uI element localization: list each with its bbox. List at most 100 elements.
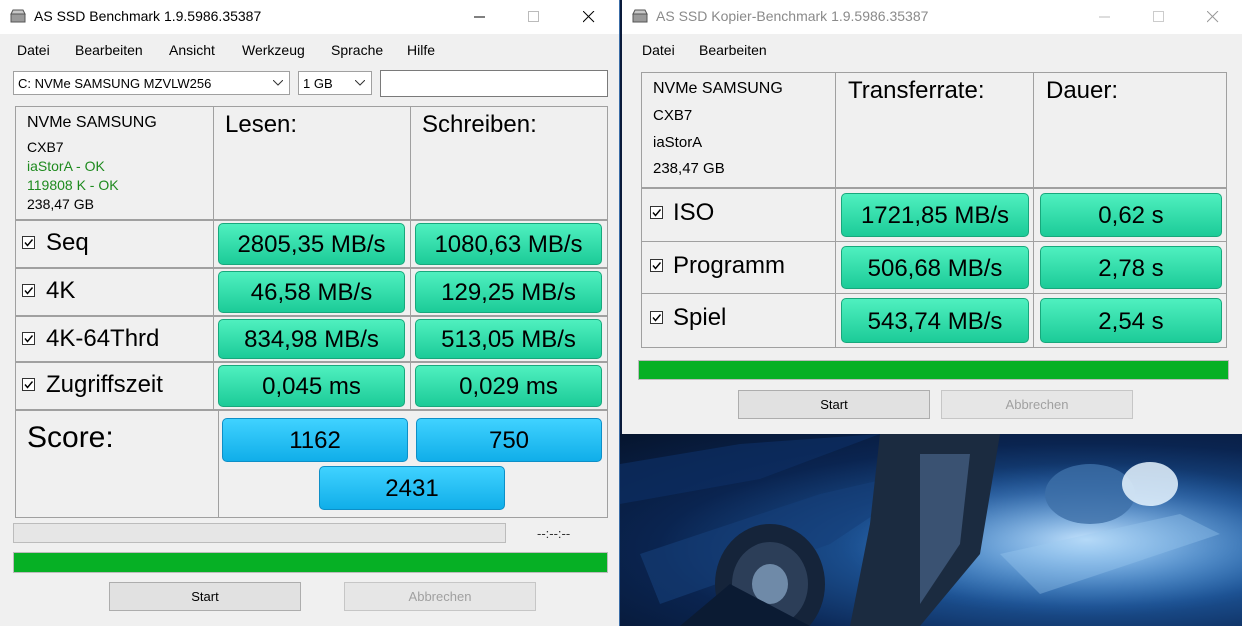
read-result: 2805,35 MB/s: [218, 223, 405, 265]
rate-result: 1721,85 MB/s: [841, 193, 1029, 237]
duration-result: 2,78 s: [1040, 246, 1222, 289]
score-read: 1162: [222, 418, 408, 462]
menu-hilfe[interactable]: Hilfe: [407, 42, 435, 58]
menu-werkzeug[interactable]: Werkzeug: [242, 42, 305, 58]
free-text-input[interactable]: [380, 70, 608, 97]
score-label-cell: Score:: [15, 410, 219, 518]
window-title: AS SSD Benchmark 1.9.5986.35387: [34, 8, 262, 24]
menu-sprache[interactable]: Sprache: [331, 42, 383, 58]
duration-header: Dauer:: [1046, 77, 1119, 104]
size-select[interactable]: 1 GB: [298, 71, 372, 95]
menu-bar: Datei Bearbeiten Ansicht Werkzeug Sprach…: [0, 38, 619, 62]
copy-row-label-cell: ISO: [641, 188, 836, 242]
checkmark-icon: [652, 314, 662, 322]
result-row-label-cell: 4K: [15, 268, 214, 316]
read-result: 834,98 MB/s: [218, 319, 405, 359]
title-bar[interactable]: AS SSD Benchmark 1.9.5986.35387: [0, 0, 619, 34]
drive-capacity: 238,47 GB: [27, 196, 94, 212]
drive-firmware: CXB7: [27, 139, 64, 155]
maximize-button[interactable]: [1136, 0, 1182, 34]
minimize-icon: [1099, 16, 1110, 18]
result-row-label: 4K-64Thrd: [46, 325, 160, 352]
duration-header-cell: Dauer:: [1033, 72, 1227, 188]
write-result: 1080,63 MB/s: [415, 223, 602, 265]
write-result: 513,05 MB/s: [415, 319, 602, 359]
result-row-label: Seq: [46, 229, 89, 256]
row-checkbox[interactable]: [650, 259, 663, 272]
chevron-down-icon: [355, 80, 365, 86]
title-bar[interactable]: AS SSD Kopier-Benchmark 1.9.5986.35387: [622, 0, 1242, 34]
result-row-label-cell: Zugriffszeit: [15, 362, 214, 410]
result-row-label-cell: 4K-64Thrd: [15, 316, 214, 362]
minimize-button[interactable]: [1082, 0, 1128, 34]
close-icon: [1207, 11, 1219, 23]
checkmark-icon: [24, 239, 34, 247]
result-row-label-cell: Seq: [15, 220, 214, 268]
maximize-button[interactable]: [511, 0, 557, 34]
rate-result: 506,68 MB/s: [841, 246, 1029, 289]
app-drive-icon: [10, 9, 26, 23]
row-checkbox[interactable]: [22, 236, 35, 249]
total-progress-bar: [13, 552, 608, 573]
copy-progress-fill: [639, 361, 1228, 379]
checkmark-icon: [24, 381, 34, 389]
maximize-icon: [528, 11, 539, 22]
checkmark-icon: [24, 335, 34, 343]
score-total: 2431: [319, 466, 505, 510]
menu-bearbeiten[interactable]: Bearbeiten: [699, 42, 767, 58]
close-button[interactable]: [1190, 0, 1236, 34]
score-label: Score:: [27, 421, 114, 454]
row-checkbox[interactable]: [22, 284, 35, 297]
copy-row-label: Spiel: [673, 304, 727, 331]
result-row-label: Zugriffszeit: [46, 371, 163, 398]
menu-bar: Datei Bearbeiten: [622, 38, 1242, 62]
result-row-label: 4K: [46, 277, 76, 304]
write-header: Schreiben:: [422, 111, 537, 138]
drive-info-panel: NVMe SAMSUNG CXB7 iaStorA - OK 119808 K …: [15, 106, 214, 220]
minimize-button[interactable]: [457, 0, 503, 34]
drive-select-value: C: NVMe SAMSUNG MZVLW256: [18, 76, 212, 91]
window-title: AS SSD Kopier-Benchmark 1.9.5986.35387: [656, 8, 929, 24]
menu-datei[interactable]: Datei: [17, 42, 50, 58]
duration-result: 2,54 s: [1040, 298, 1222, 343]
copy-row-label-cell: Programm: [641, 241, 836, 294]
drive-driver: iaStorA: [653, 134, 703, 151]
copy-row-label: ISO: [673, 199, 715, 226]
benchmark-progress-bar: [13, 523, 506, 543]
copy-progress-bar: [638, 360, 1229, 380]
drive-capacity: 238,47 GB: [653, 160, 725, 177]
write-header-cell: Schreiben:: [410, 106, 608, 220]
menu-datei[interactable]: Datei: [642, 42, 675, 58]
drive-info-panel: NVMe SAMSUNG CXB7 iaStorA 238,47 GB: [641, 72, 836, 188]
elapsed-time: --:--:--: [537, 526, 571, 541]
abort-button[interactable]: Abbrechen: [344, 582, 536, 611]
menu-bearbeiten[interactable]: Bearbeiten: [75, 42, 143, 58]
read-header-cell: Lesen:: [213, 106, 411, 220]
close-button[interactable]: [566, 0, 612, 34]
size-select-value: 1 GB: [303, 76, 333, 91]
start-button[interactable]: Start: [738, 390, 930, 419]
write-result: 0,029 ms: [415, 365, 602, 407]
menu-ansicht[interactable]: Ansicht: [169, 42, 215, 58]
rate-header-cell: Transferrate:: [835, 72, 1034, 188]
abort-button[interactable]: Abbrechen: [941, 390, 1133, 419]
read-result: 46,58 MB/s: [218, 271, 405, 313]
app-drive-icon: [632, 9, 648, 23]
write-result: 129,25 MB/s: [415, 271, 602, 313]
copy-row-label-cell: Spiel: [641, 293, 836, 348]
drive-select[interactable]: C: NVMe SAMSUNG MZVLW256: [13, 71, 290, 95]
row-checkbox[interactable]: [22, 378, 35, 391]
drive-name: NVMe SAMSUNG: [653, 80, 783, 97]
close-icon: [583, 11, 595, 23]
row-checkbox[interactable]: [22, 332, 35, 345]
start-button[interactable]: Start: [109, 582, 301, 611]
rate-result: 543,74 MB/s: [841, 298, 1029, 343]
score-write: 750: [416, 418, 602, 462]
wallpaper-figure: [620, 434, 1242, 626]
benchmark-window: AS SSD Benchmark 1.9.5986.35387 Datei Be…: [0, 0, 620, 626]
maximize-icon: [1153, 11, 1164, 22]
row-checkbox[interactable]: [650, 311, 663, 324]
chevron-down-icon: [273, 80, 283, 86]
row-checkbox[interactable]: [650, 206, 663, 219]
drive-name: NVMe SAMSUNG: [27, 114, 157, 131]
